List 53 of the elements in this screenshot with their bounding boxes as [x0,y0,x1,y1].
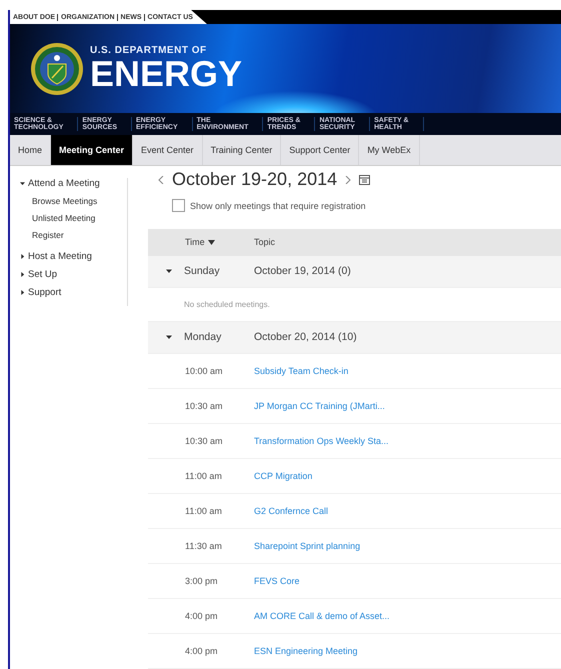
nav-tab[interactable]: Event Center [133,135,203,165]
meeting-time: 4:00 pm [184,611,219,621]
sidebar-subitem[interactable]: Browse Meetings [32,196,127,206]
expanded-caret-icon[interactable] [20,181,25,186]
department-title: U.S. DEPARTMENT OF [90,45,208,56]
energy-title: ENERGY [90,56,242,92]
meeting-topic-link[interactable]: Subsidy Team Check-in [254,366,348,376]
meeting-topic-link[interactable]: CCP Migration [254,471,312,481]
sidebar-item[interactable]: Set Up [20,269,127,280]
calendar-icon[interactable] [359,174,370,186]
meeting-time: 3:00 pm [184,576,219,586]
sidebar-subitem[interactable]: Register [32,230,127,240]
meeting-time: 11:30 am [184,541,223,551]
nav-tab[interactable]: Support Center [281,135,360,165]
day-group-row[interactable]: Monday October 20, 2014 (10) [148,322,561,354]
meeting-topic-link[interactable]: ESN Engineering Meeting [254,646,358,656]
checkbox-label: Show only meetings that require registration [190,200,366,211]
collapsed-caret-icon[interactable] [20,254,25,259]
sidebar-subitem[interactable]: Unlisted Meeting [32,213,127,223]
meeting-topic-link[interactable]: Sharepoint Sprint planning [254,541,360,551]
meeting-topic-link[interactable]: G2 Confernce Call [254,506,328,516]
empty-message: No scheduled meetings. [184,300,270,309]
sidebar-item[interactable]: Attend a Meeting [20,178,127,189]
expanded-caret-icon[interactable] [166,334,172,340]
seal-logo-icon [30,42,84,96]
nav-tab[interactable]: Meeting Center [51,135,134,165]
registration-checkbox[interactable] [172,199,185,212]
day-date: October 20, 2014 (10) [254,331,357,344]
meeting-topic-link[interactable]: Transformation Ops Weekly Sta... [254,436,389,446]
collapsed-caret-icon[interactable] [20,290,25,295]
meeting-time: 10:30 am [184,401,224,411]
nav-tab[interactable]: Training Center [202,135,282,165]
day-group-row[interactable]: Sunday October 19, 2014 (0) [148,256,561,288]
meeting-time: 10:30 am [184,436,224,446]
nav-tab[interactable]: My WebEx [359,135,420,165]
expanded-caret-icon[interactable] [166,268,172,274]
meeting-time: 11:00 am [184,506,223,516]
sort-down-icon[interactable] [208,240,215,245]
collapsed-caret-icon[interactable] [20,272,25,277]
day-name: Sunday [184,265,220,278]
sidebar-item[interactable]: Host a Meeting [20,251,127,262]
day-name: Monday [184,331,222,344]
column-header[interactable]: Topic [254,237,276,248]
day-date: October 19, 2014 (0) [254,265,351,278]
meeting-time: 11:00 am [184,471,223,481]
meeting-time: 4:00 pm [184,646,219,656]
meeting-topic-link[interactable]: JP Morgan CC Training (JMarti... [254,401,385,411]
meeting-time: 10:00 am [184,366,224,376]
date-range-title: October 19-20, 2014 [172,169,338,190]
meeting-topic-link[interactable]: AM CORE Call & demo of Asset... [254,611,390,621]
meeting-topic-link[interactable]: FEVS Core [254,576,300,586]
column-header[interactable]: Time [185,237,215,248]
sidebar-item[interactable]: Support [20,287,127,298]
